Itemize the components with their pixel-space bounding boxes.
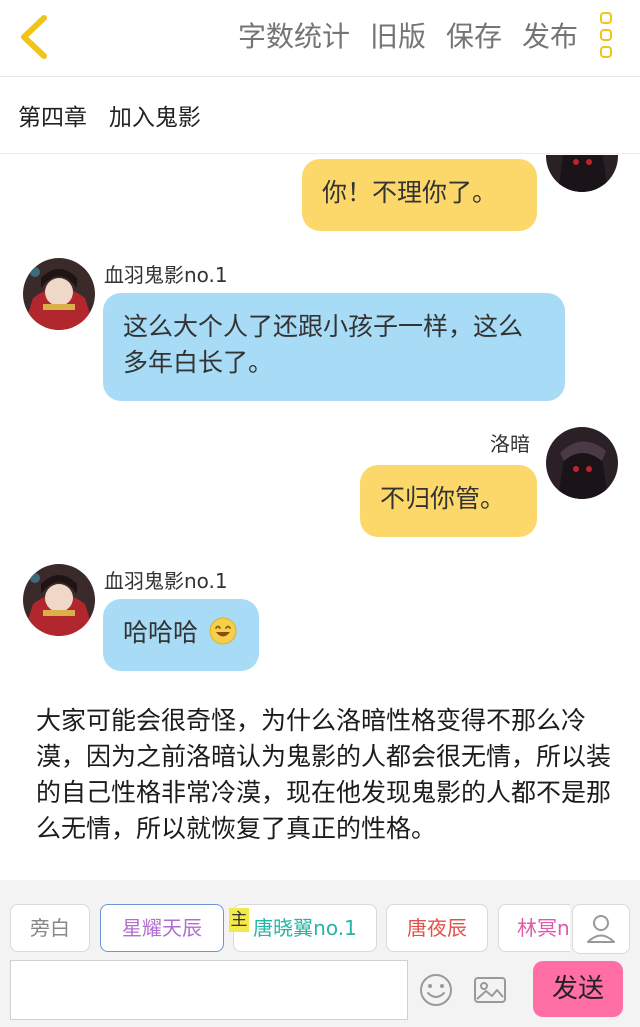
role-tang-xiaoyi[interactable]: 唐晓翼no.1 [233,904,377,952]
top-actions: 字数统计 旧版 保存 发布 [238,17,578,57]
emoji-button[interactable] [416,970,456,1010]
avatar-xueyu[interactable] [23,564,95,636]
word-count-button[interactable]: 字数统计 [238,17,350,57]
role-label: 旁白 [30,916,70,940]
role-tang-yechen[interactable]: 唐夜辰 [386,904,488,952]
message-bubble[interactable]: 你！不理你了。 [302,159,537,231]
message-text: 不归你管。 [380,484,506,513]
sender-name: 血羽鬼影no.1 [104,569,228,593]
chat-feed[interactable]: 你！不理你了。 血羽鬼影no.1 这么大个人了还跟小孩子一样，这么多年白长了。 … [0,155,640,880]
avatar-xueyu[interactable] [23,258,95,330]
image-icon [474,977,506,1003]
smiley-icon [420,974,452,1006]
more-dot [600,12,612,24]
user-icon [587,915,615,943]
more-menu-button[interactable] [594,12,618,64]
narration-text[interactable]: 大家可能会很奇怪，为什么洛暗性格变得不那么冷漠，因为之前洛暗认为鬼影的人都会很无… [36,703,612,847]
message-bubble[interactable]: 哈哈哈 [103,599,259,671]
sender-name: 洛暗 [490,432,530,456]
laughing-emoji-icon [209,617,237,645]
top-bar: 字数统计 旧版 保存 发布 [0,0,640,77]
image-button[interactable] [470,970,510,1010]
avatar-luoan[interactable] [546,427,618,499]
send-button[interactable]: 发送 [533,961,623,1017]
role-xingyao-tianchen[interactable]: 星耀天辰 [100,904,224,952]
avatar-luoan[interactable] [546,155,618,192]
message-bubble[interactable]: 这么大个人了还跟小孩子一样，这么多年白长了。 [103,293,565,401]
role-label: 唐晓翼no.1 [253,916,357,940]
role-label: 唐夜辰 [407,916,467,940]
role-selector[interactable]: 旁白 星耀天辰 唐晓翼no.1 唐夜辰 林冥n [10,904,570,954]
manage-roles-button[interactable] [572,904,630,954]
main-role-badge: 主 [229,908,249,932]
chapter-header: 第四章 加入鬼影 [0,76,640,154]
more-dot [600,46,612,58]
chapter-title[interactable]: 第四章 加入鬼影 [18,98,201,132]
save-button[interactable]: 保存 [446,17,502,57]
message-text: 你！不理你了。 [322,178,498,207]
chevron-left-icon [21,15,47,59]
message-text: 这么大个人了还跟小孩子一样，这么多年白长了。 [123,312,524,377]
role-label: 星耀天辰 [122,916,202,940]
message-input[interactable] [10,960,408,1020]
message-bubble[interactable]: 不归你管。 [360,465,537,537]
role-lin-ming[interactable]: 林冥n [498,904,570,952]
back-button[interactable] [14,14,54,60]
old-version-button[interactable]: 旧版 [370,17,426,57]
publish-button[interactable]: 发布 [522,17,578,57]
sender-name: 血羽鬼影no.1 [104,263,228,287]
more-dot [600,29,612,41]
role-label: 林冥n [517,916,570,940]
message-text: 哈哈哈 [123,618,199,647]
role-narrator[interactable]: 旁白 [10,904,90,952]
